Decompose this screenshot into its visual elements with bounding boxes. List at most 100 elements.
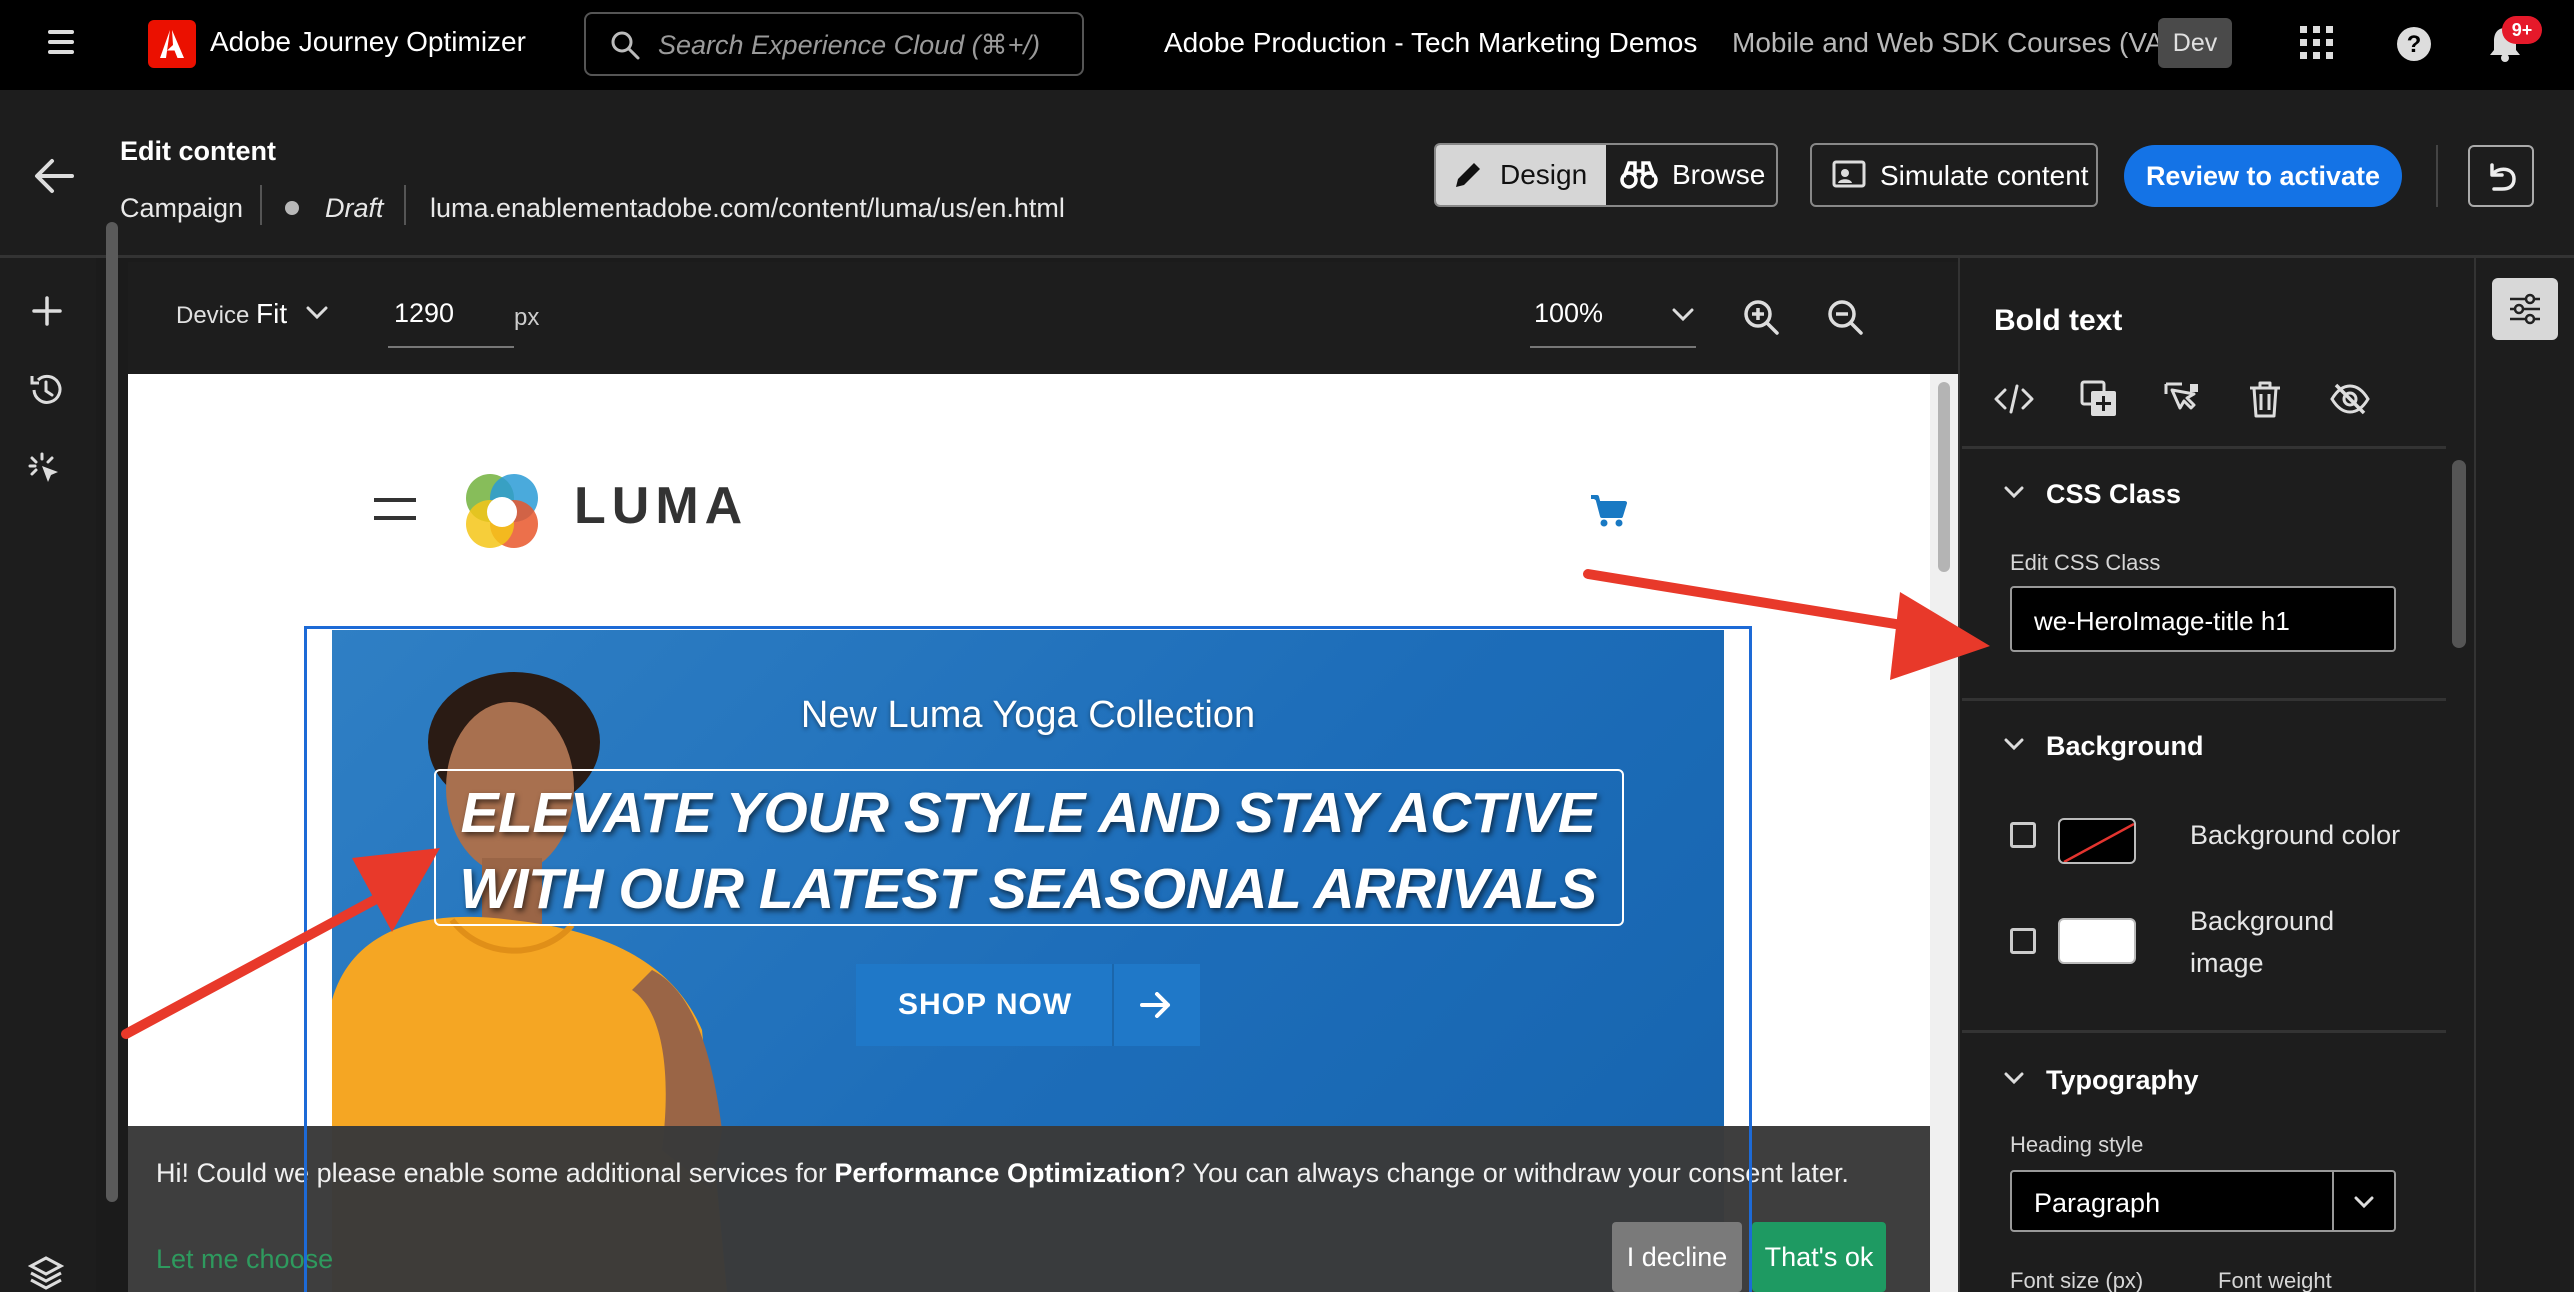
sliders-icon bbox=[2510, 293, 2540, 325]
cookie-message-text: Hi! Could we please enable some addition… bbox=[156, 1158, 835, 1188]
zoom-in-icon[interactable] bbox=[1742, 298, 1780, 336]
select-divider bbox=[2332, 1172, 2334, 1230]
selection-outline-edge bbox=[1749, 1126, 1752, 1292]
notification-count-badge: 9+ bbox=[2502, 16, 2542, 44]
shopping-cart-icon[interactable] bbox=[1590, 494, 1628, 528]
css-class-section-title[interactable]: CSS Class bbox=[2046, 479, 2181, 510]
breadcrumb-divider bbox=[260, 185, 262, 225]
search-placeholder: Search Experience Cloud (⌘+/) bbox=[658, 30, 1040, 60]
select-parent-icon[interactable] bbox=[2164, 380, 2202, 418]
history-icon[interactable] bbox=[28, 372, 64, 408]
heading-style-select[interactable]: Paragraph bbox=[2010, 1170, 2396, 1232]
binoculars-icon bbox=[1620, 161, 1658, 189]
background-color-checkbox[interactable] bbox=[2010, 822, 2036, 848]
background-image-label-line-2: image bbox=[2190, 948, 2264, 978]
review-to-activate-button[interactable]: Review to activate bbox=[2124, 145, 2402, 207]
undo-button[interactable] bbox=[2468, 145, 2534, 207]
background-color-swatch[interactable] bbox=[2058, 818, 2136, 864]
selection-outline-edge bbox=[304, 1126, 307, 1292]
hide-element-icon[interactable] bbox=[2330, 382, 2370, 416]
width-value: 1290 bbox=[394, 298, 455, 328]
cookie-message-bold: Performance Optimization bbox=[834, 1158, 1171, 1188]
panel-divider bbox=[1962, 446, 2446, 449]
simulate-content-button[interactable]: Simulate content bbox=[1810, 143, 2098, 207]
background-image-swatch[interactable] bbox=[2058, 918, 2136, 964]
delete-icon[interactable] bbox=[2248, 380, 2282, 418]
browse-label: Browse bbox=[1672, 159, 1766, 190]
page-title: Edit content bbox=[120, 136, 276, 166]
breadcrumb-campaign: Campaign bbox=[120, 193, 244, 223]
zoom-value: 100% bbox=[1534, 298, 1604, 328]
undo-icon bbox=[2490, 163, 2516, 191]
global-navigation: Adobe Journey Optimizer Search Experienc… bbox=[0, 0, 2574, 90]
css-class-input[interactable]: we-HeroImage-title h1 bbox=[2010, 586, 2396, 652]
site-menu-icon[interactable] bbox=[374, 494, 416, 524]
left-tool-rail bbox=[0, 258, 96, 1292]
design-mode-button[interactable]: Design bbox=[1436, 145, 1606, 205]
chevron-down-icon[interactable] bbox=[2004, 1072, 2024, 1086]
panel-divider bbox=[1962, 698, 2446, 701]
cookie-message-text-end: ? You can always change or withdraw your… bbox=[1170, 1158, 1849, 1188]
search-icon bbox=[611, 31, 640, 60]
simulate-content-label: Simulate content bbox=[1880, 160, 2089, 191]
left-scrollbar[interactable] bbox=[104, 222, 120, 1202]
environment-badge: Dev bbox=[2158, 18, 2232, 68]
heading-style-label: Heading style bbox=[2010, 1132, 2144, 1157]
header-divider bbox=[2436, 145, 2438, 207]
browse-mode-button[interactable]: Browse bbox=[1606, 145, 1776, 205]
heading-style-value: Paragraph bbox=[2034, 1188, 2161, 1218]
brand-wordmark: LUMA bbox=[574, 477, 749, 535]
device-picker[interactable]: Fit bbox=[256, 298, 287, 330]
design-label: Design bbox=[1500, 159, 1588, 190]
edit-css-class-label: Edit CSS Class bbox=[2010, 550, 2161, 575]
status-dot bbox=[285, 201, 299, 215]
device-label: Device bbox=[176, 302, 250, 329]
background-section-title[interactable]: Background bbox=[2046, 731, 2204, 762]
layers-icon[interactable] bbox=[28, 1254, 64, 1290]
decline-button[interactable]: I decline bbox=[1612, 1222, 1742, 1292]
breadcrumb-divider bbox=[404, 185, 406, 225]
menu-icon[interactable] bbox=[48, 30, 74, 56]
app-switcher-icon[interactable] bbox=[2300, 26, 2334, 60]
simulate-icon bbox=[1832, 160, 1866, 188]
luma-logo-icon[interactable] bbox=[456, 466, 548, 558]
font-weight-label: Font weight bbox=[2218, 1268, 2332, 1292]
zoom-picker[interactable]: 100% bbox=[1530, 284, 1696, 348]
preview-scrollbar[interactable] bbox=[1930, 374, 1958, 1292]
status-badge: Draft bbox=[325, 193, 384, 223]
chevron-down-icon bbox=[1672, 308, 1694, 322]
mode-switcher: Design Browse bbox=[1434, 143, 1778, 207]
background-image-checkbox[interactable] bbox=[2010, 928, 2036, 954]
panel-title: Bold text bbox=[1994, 304, 2123, 337]
search-input[interactable]: Search Experience Cloud (⌘+/) bbox=[584, 12, 1084, 76]
svg-text:?: ? bbox=[2407, 31, 2422, 58]
width-unit: px bbox=[514, 304, 540, 331]
panel-divider bbox=[1962, 1030, 2446, 1033]
select-element-icon[interactable] bbox=[28, 452, 64, 488]
sandbox-switcher[interactable]: Mobile and Web SDK Courses (VA7) bbox=[1732, 27, 2189, 59]
page-url: luma.enablementadobe.com/content/luma/us… bbox=[430, 193, 1065, 223]
chevron-down-icon[interactable] bbox=[2004, 738, 2024, 752]
chevron-down-icon bbox=[2354, 1196, 2374, 1209]
adobe-logo-icon[interactable] bbox=[148, 20, 196, 68]
duplicate-icon[interactable] bbox=[2080, 380, 2118, 418]
zoom-out-icon[interactable] bbox=[1826, 298, 1864, 336]
background-image-label: Background bbox=[2190, 906, 2335, 936]
accept-button[interactable]: That's ok bbox=[1752, 1222, 1886, 1292]
cookie-message: Hi! Could we please enable some addition… bbox=[156, 1158, 1849, 1189]
back-arrow-icon[interactable] bbox=[34, 158, 74, 194]
css-class-value: we-HeroImage-title h1 bbox=[2034, 606, 2290, 636]
font-size-label: Font size (px) bbox=[2010, 1268, 2144, 1292]
properties-toggle-button[interactable] bbox=[2492, 278, 2558, 340]
chevron-down-icon[interactable] bbox=[2004, 486, 2024, 500]
background-color-label: Background color bbox=[2190, 820, 2401, 850]
add-icon[interactable] bbox=[32, 296, 62, 326]
panel-scrollbar-thumb[interactable] bbox=[2452, 460, 2466, 648]
typography-section-title[interactable]: Typography bbox=[2046, 1065, 2199, 1096]
app-title[interactable]: Adobe Journey Optimizer bbox=[210, 26, 526, 58]
width-input[interactable]: 1290 bbox=[388, 284, 514, 348]
help-icon[interactable]: ? bbox=[2396, 26, 2432, 62]
org-switcher[interactable]: Adobe Production - Tech Marketing Demos bbox=[1164, 27, 1697, 59]
code-icon[interactable] bbox=[1994, 382, 2034, 416]
chevron-down-icon[interactable] bbox=[306, 306, 328, 320]
